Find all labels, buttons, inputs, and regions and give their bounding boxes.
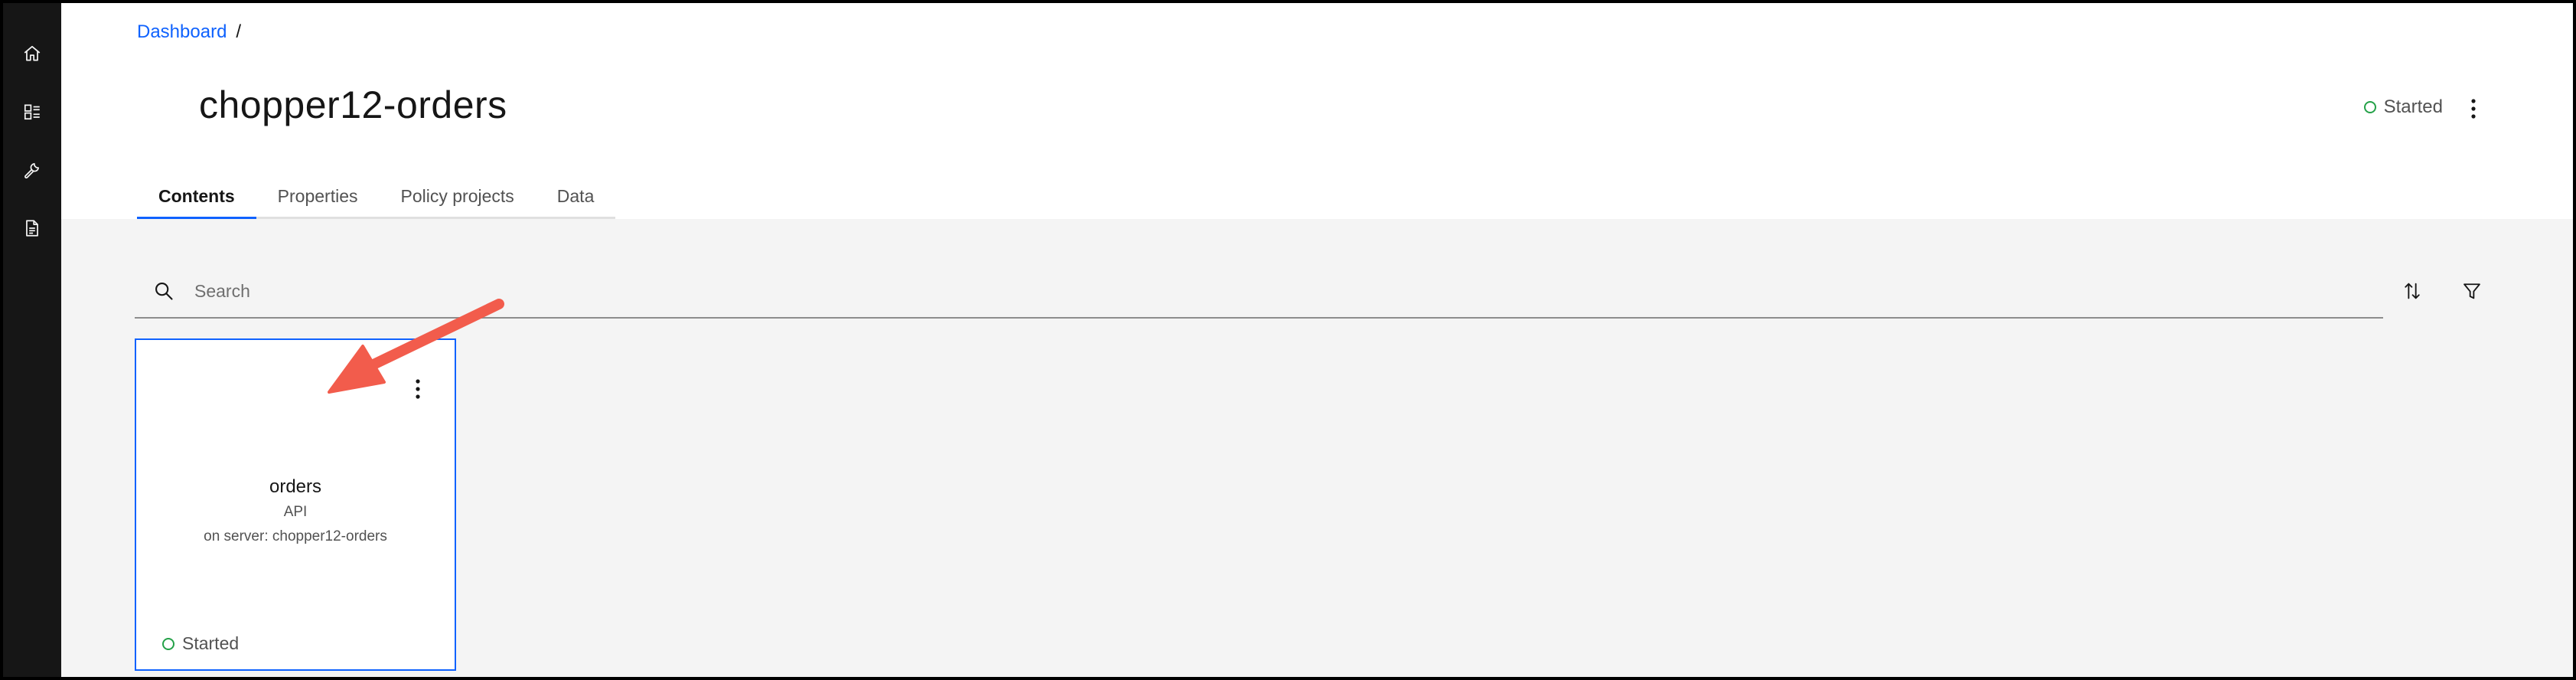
sort-icon [2405,283,2420,299]
search-icon [155,283,173,300]
breadcrumb-dashboard-link[interactable]: Dashboard [137,21,227,43]
card-title: orders [269,476,322,497]
page-header: Dashboard / chopper12-orders Started Con… [61,3,2573,219]
status-circle-icon [2363,101,2376,113]
side-nav-dashboard[interactable] [3,83,61,141]
card-server: on server: chopper12-orders [204,528,387,544]
filter-icon [2464,283,2480,299]
search-input[interactable] [193,263,2339,319]
card-status: Started [162,633,239,654]
side-nav-documents[interactable] [3,199,61,257]
breadcrumb-separator: / [236,21,242,42]
tab-properties[interactable]: Properties [256,176,380,219]
tab-policy-projects[interactable]: Policy projects [379,176,536,219]
overflow-menu-icon [2471,99,2476,119]
search-bar [135,263,2383,319]
sort-button[interactable] [2391,270,2434,312]
tab-data[interactable]: Data [535,176,616,219]
tab-list: Contents Properties Policy projects Data [137,176,616,219]
status-circle-icon [162,637,174,650]
dashboard-icon [24,104,40,120]
overflow-menu-icon [416,379,420,399]
server-overflow-menu-button[interactable] [2458,90,2489,127]
content-card-orders[interactable]: orders API on server: chopper12-orders S… [135,338,456,671]
card-type: API [283,504,308,520]
page-title: chopper12-orders [199,83,507,126]
server-status: Started [2363,96,2443,118]
breadcrumb: Dashboard / [137,21,241,43]
card-overflow-menu-button[interactable] [404,371,432,407]
app-frame: Dashboard / chopper12-orders Started Con… [3,3,2573,677]
server-status-label: Started [2383,96,2443,117]
document-icon [26,220,38,237]
side-nav-tools[interactable] [3,141,61,199]
home-icon [24,45,41,61]
card-status-label: Started [182,633,240,653]
side-nav [3,3,61,677]
filter-button[interactable] [2450,270,2493,312]
side-nav-home[interactable] [3,25,61,83]
tab-contents[interactable]: Contents [137,176,256,219]
wrench-icon [24,162,40,179]
